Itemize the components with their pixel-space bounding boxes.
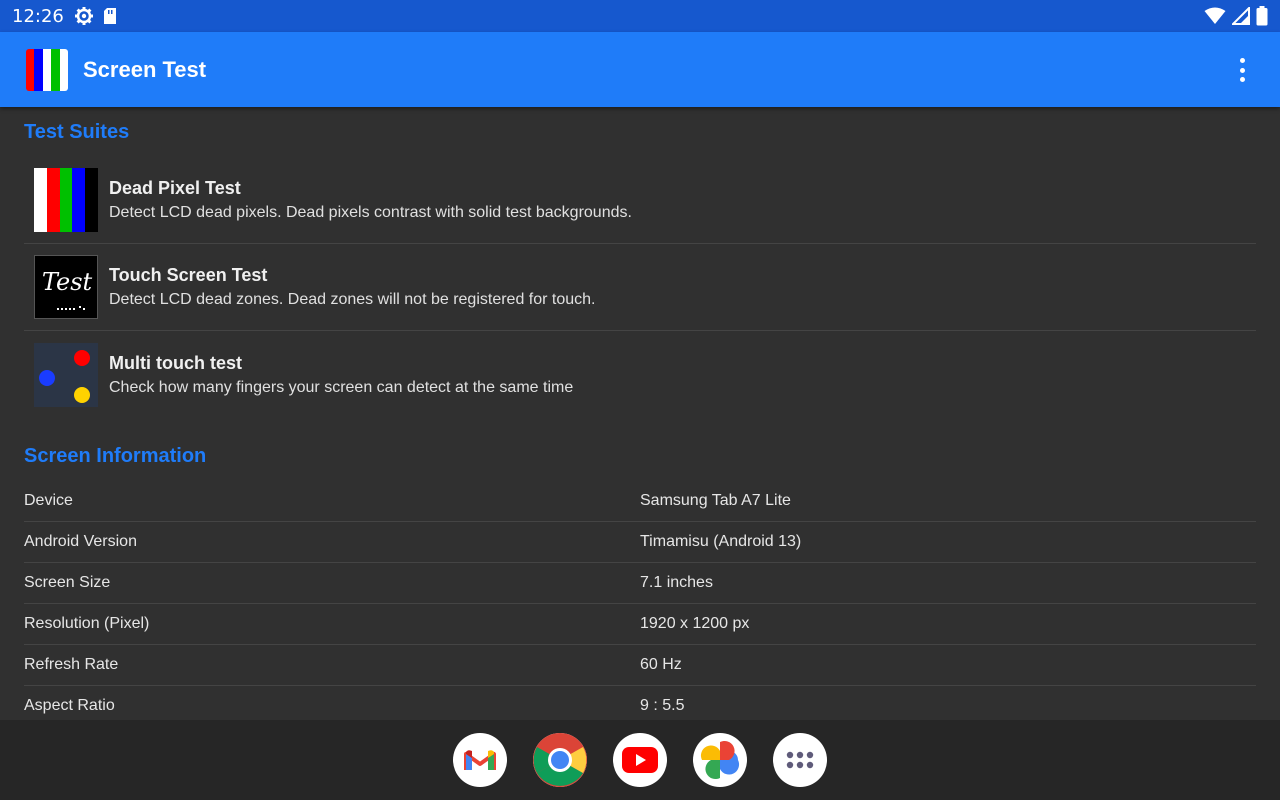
app-logo-icon bbox=[26, 48, 68, 91]
suite-name: Dead Pixel Test bbox=[109, 178, 241, 198]
info-label: Resolution (Pixel) bbox=[24, 615, 150, 632]
dead-pixel-test-item[interactable]: Dead Pixel Test Detect LCD dead pixels. … bbox=[24, 157, 1256, 244]
info-value: 7.1 inches bbox=[640, 574, 713, 591]
colored-dots-icon bbox=[34, 342, 98, 407]
test-suite-list: Dead Pixel Test Detect LCD dead pixels. … bbox=[24, 157, 1256, 418]
more-vert-icon[interactable] bbox=[1230, 56, 1254, 84]
gmail-icon[interactable] bbox=[453, 733, 507, 787]
info-row-android-version: Android Version Timamisu (Android 13) bbox=[24, 522, 1256, 563]
signal-icon bbox=[1232, 7, 1250, 25]
status-time: 12:26 bbox=[12, 5, 64, 27]
test-suites-heading: Test Suites bbox=[24, 121, 130, 143]
info-row-refresh-rate: Refresh Rate 60 Hz bbox=[24, 645, 1256, 686]
suite-description: Check how many fingers your screen can d… bbox=[109, 378, 574, 396]
status-bar: 12:26 bbox=[0, 0, 1280, 32]
suite-name: Multi touch test bbox=[109, 352, 242, 373]
main-content[interactable]: Test Suites Dead Pixel Test Detect LCD d… bbox=[0, 107, 1280, 720]
wifi-icon bbox=[1204, 7, 1226, 24]
multi-touch-test-item[interactable]: Multi touch test Check how many fingers … bbox=[24, 331, 1256, 418]
touch-screen-test-item[interactable]: Test Touch Screen Test Detect LCD dead z… bbox=[24, 244, 1256, 331]
sd-card-icon bbox=[103, 8, 116, 24]
thumb-handwriting-text: Test bbox=[42, 268, 93, 296]
app-dock bbox=[0, 720, 1280, 800]
info-label: Android Version bbox=[24, 533, 137, 550]
handwriting-test-icon: Test bbox=[34, 255, 98, 319]
info-row-resolution: Resolution (Pixel) 1920 x 1200 px bbox=[24, 604, 1256, 645]
suite-name: Touch Screen Test bbox=[109, 265, 268, 285]
screen-information-heading: Screen Information bbox=[24, 445, 207, 467]
suite-description: Detect LCD dead pixels. Dead pixels cont… bbox=[109, 204, 632, 221]
info-value: Samsung Tab A7 Lite bbox=[640, 492, 791, 509]
info-value: 60 Hz bbox=[640, 656, 682, 673]
color-bars-icon bbox=[34, 168, 98, 232]
suite-description: Detect LCD dead zones. Dead zones will n… bbox=[109, 291, 596, 308]
info-label: Device bbox=[24, 492, 73, 509]
app-bar: Screen Test bbox=[0, 32, 1280, 107]
info-row-device: Device Samsung Tab A7 Lite bbox=[24, 481, 1256, 522]
app-drawer-icon[interactable] bbox=[773, 733, 827, 787]
info-row-aspect-ratio: Aspect Ratio 9 : 5.5 bbox=[24, 686, 1256, 720]
photos-icon[interactable] bbox=[693, 733, 747, 787]
info-label: Refresh Rate bbox=[24, 656, 119, 673]
info-value: Timamisu (Android 13) bbox=[640, 533, 802, 550]
info-label: Aspect Ratio bbox=[24, 697, 115, 714]
youtube-icon[interactable] bbox=[613, 733, 667, 787]
info-row-screen-size: Screen Size 7.1 inches bbox=[24, 563, 1256, 604]
chrome-icon[interactable] bbox=[533, 733, 587, 787]
settings-gear-icon bbox=[74, 7, 93, 25]
app-title: Screen Test bbox=[83, 56, 207, 82]
info-value: 1920 x 1200 px bbox=[640, 615, 750, 632]
info-label: Screen Size bbox=[24, 574, 111, 591]
screen-info-table: Device Samsung Tab A7 Lite Android Versi… bbox=[24, 481, 1256, 720]
info-value: 9 : 5.5 bbox=[640, 697, 685, 714]
battery-icon bbox=[1256, 6, 1268, 26]
